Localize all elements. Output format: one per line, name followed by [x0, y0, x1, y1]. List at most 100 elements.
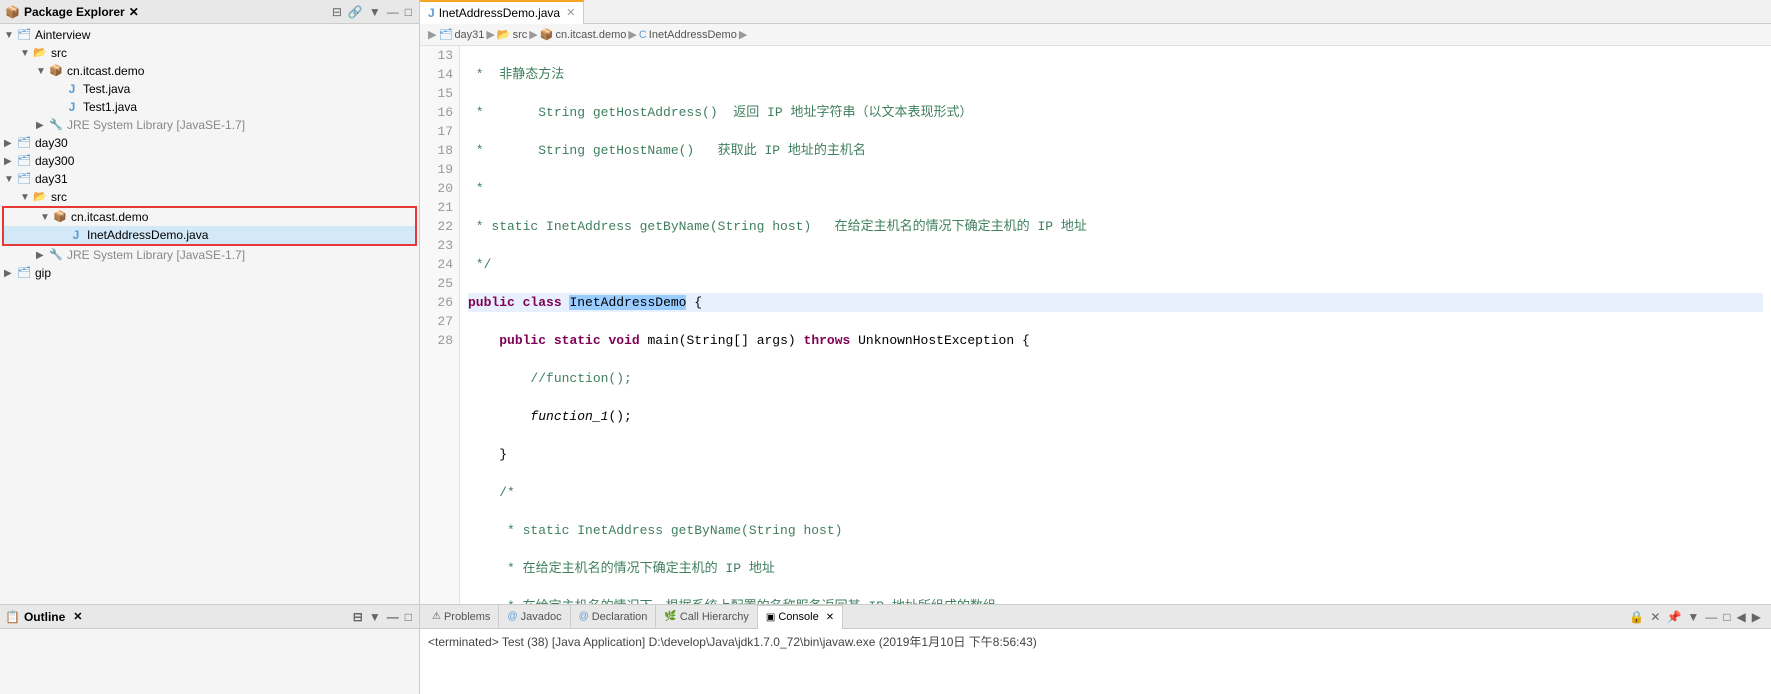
- breadcrumb-icon-pkg: 📦: [540, 28, 554, 41]
- label-test1: Test.java: [83, 82, 130, 96]
- code-line-19: public class InetAddressDemo {: [468, 293, 1763, 312]
- tab-call-hierarchy[interactable]: 🌿 Call Hierarchy: [656, 605, 758, 629]
- ln-19: 19: [420, 160, 459, 179]
- arrow-cn2: ▼: [40, 212, 52, 223]
- tree-item-inetaddr[interactable]: J InetAddressDemo.java: [4, 226, 415, 244]
- tab-console[interactable]: ▣ Console ✕: [758, 605, 843, 629]
- icon-src2: 📂: [32, 190, 48, 204]
- icon-inetaddr: J: [68, 228, 84, 242]
- tree-item-day30[interactable]: ▶ 🗂 day30: [0, 134, 419, 152]
- red-border-group: ▼ 📦 cn.itcast.demo J InetAddressDemo.jav…: [2, 206, 417, 246]
- icon-day300: 🗂: [16, 154, 32, 168]
- ln-23: 23: [420, 236, 459, 255]
- code-content[interactable]: * 非静态方法 * String getHostAddress() 返回 IP …: [460, 46, 1771, 604]
- breadcrumb-icon-src: 📂: [497, 28, 511, 41]
- breadcrumb-src[interactable]: src: [513, 29, 528, 41]
- ln-24: 24: [420, 255, 459, 274]
- tree-item-jre2[interactable]: ▶ 🔧 JRE System Library [JavaSE-1.7]: [0, 246, 419, 264]
- arrow-day31: ▼: [4, 174, 16, 185]
- code-line-21: //function();: [468, 369, 1763, 388]
- outline-body: [0, 629, 419, 694]
- arrow-day30: ▶: [4, 138, 16, 149]
- breadcrumb-day31[interactable]: day31: [454, 29, 484, 41]
- ln-14: 14: [420, 65, 459, 84]
- console-min[interactable]: —: [1703, 609, 1719, 625]
- arrow-cn1: ▼: [36, 66, 48, 77]
- bottom-tabs-right: 🔒 ✕ 📌 ▼ — □ ◀ ▶: [1627, 609, 1767, 625]
- console-icon: ▣: [766, 612, 775, 623]
- arrow-src1: ▼: [20, 48, 32, 59]
- main-area: 📦 Package Explorer ✕ ⊟ 🔗 ▼ — □ ▼ 🗂: [0, 0, 1771, 604]
- declaration-icon: @: [579, 611, 589, 622]
- ln-17: 17: [420, 122, 459, 141]
- sidebar-title: Package Explorer: [24, 5, 125, 19]
- breadcrumb-sep1: ▶: [486, 28, 494, 41]
- editor-tab-inetaddressdemo[interactable]: J InetAddressDemo.java ✕: [420, 0, 584, 24]
- console-clear[interactable]: ✕: [1648, 609, 1662, 625]
- breadcrumb-pkg[interactable]: cn.itcast.demo: [555, 29, 626, 41]
- arrow-jre2: ▶: [36, 250, 48, 261]
- link-editor-btn[interactable]: 🔗: [346, 4, 365, 20]
- console-menu[interactable]: ▼: [1685, 609, 1701, 625]
- tree-item-cn-itcast-demo1[interactable]: ▼ 📦 cn.itcast.demo: [0, 62, 419, 80]
- problems-label: Problems: [444, 611, 490, 623]
- tree-item-test1[interactable]: J Test.java: [0, 80, 419, 98]
- breadcrumb: ▶ 🗂 day31 ▶ 📂 src ▶ 📦 cn.itcast.demo ▶ C…: [420, 24, 1771, 46]
- ln-15: 15: [420, 84, 459, 103]
- sidebar-close-icon[interactable]: ✕: [129, 5, 139, 19]
- tab-problems[interactable]: ⚠ Problems: [424, 605, 499, 629]
- tree-item-jre1[interactable]: ▶ 🔧 JRE System Library [JavaSE-1.7]: [0, 116, 419, 134]
- outline-menu-btn[interactable]: ▼: [367, 609, 383, 625]
- label-src2: src: [51, 190, 67, 204]
- arrow-gip: ▶: [4, 268, 16, 279]
- console-pin[interactable]: 📌: [1664, 609, 1683, 625]
- console-scroll-lock[interactable]: 🔒: [1627, 609, 1646, 625]
- tree-item-day31[interactable]: ▼ 🗂 day31: [0, 170, 419, 188]
- icon-test1b: J: [64, 100, 80, 114]
- tab-javadoc[interactable]: @ Javadoc: [499, 605, 570, 629]
- ln-26: 26: [420, 293, 459, 312]
- collapse-all-btn[interactable]: ⊟: [330, 4, 344, 20]
- label-gip: gip: [35, 266, 51, 280]
- tree-item-src1[interactable]: ▼ 📂 src: [0, 44, 419, 62]
- minimize-btn[interactable]: —: [385, 4, 401, 20]
- ln-13: 13: [420, 46, 459, 65]
- code-line-13: * 非静态方法: [468, 65, 1763, 84]
- console-max[interactable]: □: [1721, 609, 1732, 625]
- label-day31: day31: [35, 172, 68, 186]
- icon-gip: 🗂: [16, 266, 32, 280]
- console-btn2[interactable]: ▶: [1750, 609, 1763, 625]
- breadcrumb-icon-day31: 🗂: [438, 28, 452, 41]
- icon-test1: J: [64, 82, 80, 96]
- tree-item-test1b[interactable]: J Test1.java: [0, 98, 419, 116]
- bottom-area: 📋 Outline ✕ ⊟ ▼ — □ ⚠ Probl: [0, 604, 1771, 694]
- breadcrumb-class[interactable]: InetAddressDemo: [649, 29, 737, 41]
- tree-item-day300[interactable]: ▶ 🗂 day300: [0, 152, 419, 170]
- tree-item-gip[interactable]: ▶ 🗂 gip: [0, 264, 419, 282]
- arrow-jre1: ▶: [36, 120, 48, 131]
- outline-max-btn[interactable]: □: [403, 609, 414, 625]
- editor-area: J InetAddressDemo.java ✕ ▶ 🗂 day31 ▶ 📂 s…: [420, 0, 1771, 604]
- icon-ainterview: 🗂: [16, 28, 32, 42]
- console-close[interactable]: ✕: [826, 612, 834, 623]
- breadcrumb-arrow: ▶: [428, 28, 436, 41]
- outline-title: Outline: [24, 610, 65, 624]
- tab-declaration[interactable]: @ Declaration: [571, 605, 657, 629]
- outline-collapse-btn[interactable]: ⊟: [351, 609, 365, 625]
- outline-min-btn[interactable]: —: [385, 609, 401, 625]
- console-content: <terminated> Test (38) [Java Application…: [420, 629, 1771, 694]
- code-line-24: /*: [468, 483, 1763, 502]
- menu-btn[interactable]: ▼: [367, 4, 383, 20]
- ln-27: 27: [420, 312, 459, 331]
- maximize-btn[interactable]: □: [403, 4, 414, 20]
- console-btn1[interactable]: ◀: [1735, 609, 1748, 625]
- problems-icon: ⚠: [432, 611, 441, 622]
- javadoc-label: Javadoc: [521, 611, 562, 623]
- tree-item-ainterview[interactable]: ▼ 🗂 Ainterview: [0, 26, 419, 44]
- tree-item-cn-itcast-demo2[interactable]: ▼ 📦 cn.itcast.demo: [4, 208, 415, 226]
- tree-item-src2[interactable]: ▼ 📂 src: [0, 188, 419, 206]
- breadcrumb-sep2: ▶: [529, 28, 537, 41]
- tab-close-btn[interactable]: ✕: [566, 6, 575, 19]
- ln-25: 25: [420, 274, 459, 293]
- outline-close[interactable]: ✕: [73, 610, 82, 623]
